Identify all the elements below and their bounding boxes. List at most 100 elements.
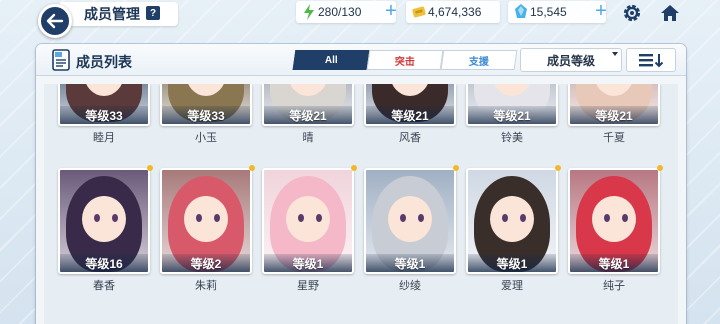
level-band: 等级33 xyxy=(60,106,148,124)
member-level: 等级1 xyxy=(292,256,324,271)
member-portrait: 等级21 xyxy=(466,84,558,126)
character-face xyxy=(592,196,636,242)
member-card[interactable]: 等级21 晴 xyxy=(262,84,354,145)
level-band: 等级1 xyxy=(570,254,658,272)
character-face xyxy=(388,196,432,242)
ap-plus-button[interactable]: + xyxy=(382,1,400,21)
level-band: 等级2 xyxy=(162,254,250,272)
character-eye xyxy=(622,214,628,222)
character-face xyxy=(490,196,534,242)
ap-value: 280/130 xyxy=(318,5,362,19)
member-name: 纯子 xyxy=(603,280,625,292)
member-portrait: 等级21 xyxy=(262,84,354,126)
member-name: 爱理 xyxy=(501,280,523,292)
member-grid[interactable]: 等级33 睦月 等级33 小玉 等级21 晴 等级21 风香 等级21 铃美 等级21 千夏 等级16 春… xyxy=(44,84,678,324)
member-level: 等级21 xyxy=(289,108,327,123)
level-band: 等级1 xyxy=(264,254,352,272)
member-level: 等级2 xyxy=(190,256,222,271)
sort-order-button[interactable] xyxy=(626,48,676,72)
member-card[interactable]: 等级33 小玉 xyxy=(160,84,252,145)
character-eye xyxy=(112,214,118,222)
level-band: 等级1 xyxy=(366,254,454,272)
arrow-left-icon xyxy=(46,13,64,29)
new-indicator-dot xyxy=(147,165,153,171)
credits-icon xyxy=(412,6,426,18)
character-eye xyxy=(400,214,406,222)
member-name: 朱莉 xyxy=(195,280,217,292)
tab-support-label: 支援 xyxy=(469,56,489,68)
character-eye xyxy=(418,214,424,222)
member-card[interactable]: 等级2 朱莉 xyxy=(160,165,255,293)
new-indicator-dot xyxy=(657,165,663,171)
member-name: 纱绫 xyxy=(399,280,421,292)
member-portrait: 等级1 xyxy=(568,168,660,274)
tab-support[interactable]: 支援 xyxy=(440,50,518,70)
help-button[interactable]: ? xyxy=(146,6,160,20)
new-indicator-dot xyxy=(249,165,255,171)
member-card[interactable]: 等级21 风香 xyxy=(364,84,456,145)
member-level: 等级33 xyxy=(85,108,123,123)
member-portrait: 等级1 xyxy=(262,168,354,274)
credits-value: 4,674,336 xyxy=(428,5,482,19)
dropdown-triangle-icon xyxy=(612,52,618,56)
tab-strike[interactable]: 突击 xyxy=(366,50,444,70)
member-level: 等级1 xyxy=(394,256,426,271)
pyroxene-counter: 15,545 + xyxy=(508,1,607,23)
character-eye xyxy=(520,214,526,222)
member-portrait: 等级16 xyxy=(58,168,150,274)
tab-all[interactable]: All xyxy=(292,50,370,70)
member-card[interactable]: 等级1 纱绫 xyxy=(364,165,459,293)
member-level: 等级1 xyxy=(496,256,528,271)
member-portrait: 等级33 xyxy=(160,84,252,126)
level-band: 等级21 xyxy=(366,106,454,124)
new-indicator-dot xyxy=(453,165,459,171)
member-level: 等级16 xyxy=(85,256,123,271)
member-card[interactable]: 等级1 纯子 xyxy=(568,165,663,293)
character-eye xyxy=(298,214,304,222)
gear-icon[interactable] xyxy=(622,3,642,23)
pyroxene-value: 15,545 xyxy=(530,5,567,19)
page-title: 成员管理 xyxy=(84,6,140,22)
member-card[interactable]: 等级1 星野 xyxy=(262,165,357,293)
member-level: 等级21 xyxy=(391,108,429,123)
member-name: 睦月 xyxy=(93,132,115,144)
panel-header: 成员列表 All 突击 支援 成员等级 xyxy=(36,44,686,76)
member-card[interactable]: 等级21 千夏 xyxy=(568,84,660,145)
member-card[interactable]: 等级33 睦月 xyxy=(58,84,150,145)
new-indicator-dot xyxy=(351,165,357,171)
ap-counter: 280/130 + xyxy=(296,1,397,23)
credits-counter: 4,674,336 xyxy=(406,1,500,23)
tab-strike-label: 突击 xyxy=(395,56,415,68)
character-face xyxy=(184,196,228,242)
member-name: 晴 xyxy=(302,132,314,144)
member-level: 等级33 xyxy=(187,108,225,123)
member-name: 小玉 xyxy=(195,132,217,144)
pyroxene-plus-button[interactable]: + xyxy=(592,1,610,21)
character-eye xyxy=(604,214,610,222)
level-band: 等级33 xyxy=(162,106,250,124)
character-eye xyxy=(196,214,202,222)
member-card[interactable]: 等级1 爱理 xyxy=(466,165,561,293)
member-portrait: 等级1 xyxy=(364,168,456,274)
lightning-icon xyxy=(304,4,314,20)
character-face xyxy=(82,196,126,242)
member-name: 铃美 xyxy=(501,132,523,144)
pyroxene-icon xyxy=(515,4,527,18)
member-portrait: 等级21 xyxy=(364,84,456,126)
back-button[interactable] xyxy=(38,4,72,38)
sort-dropdown[interactable]: 成员等级 xyxy=(520,48,622,72)
character-eye xyxy=(94,214,100,222)
member-card[interactable]: 等级16 春香 xyxy=(58,165,153,293)
level-band: 等级21 xyxy=(570,106,658,124)
character-eye xyxy=(214,214,220,222)
tab-all-label: All xyxy=(324,54,338,66)
level-band: 等级21 xyxy=(264,106,352,124)
member-level: 等级1 xyxy=(598,256,630,271)
member-name: 春香 xyxy=(93,280,115,292)
character-eye xyxy=(502,214,508,222)
level-band: 等级16 xyxy=(60,254,148,272)
member-level: 等级21 xyxy=(493,108,531,123)
home-icon[interactable] xyxy=(660,3,680,23)
member-card[interactable]: 等级21 铃美 xyxy=(466,84,558,145)
new-indicator-dot xyxy=(555,165,561,171)
